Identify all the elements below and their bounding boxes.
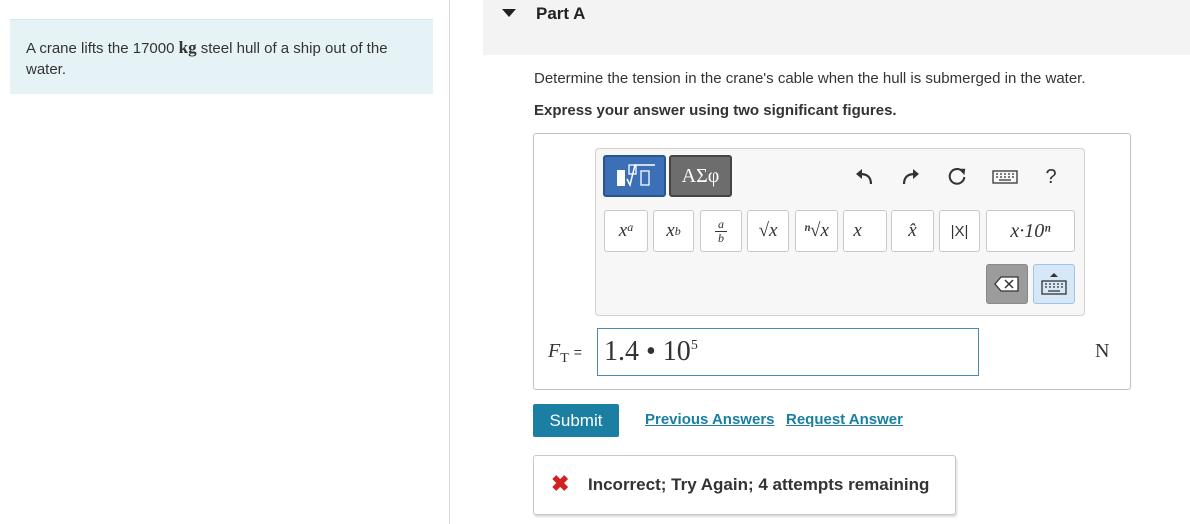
vector-key[interactable]: x⃗ xyxy=(843,210,887,252)
undo-icon[interactable] xyxy=(853,165,875,189)
symbols-button[interactable]: ΑΣφ xyxy=(669,155,732,197)
subscript-key-label: x xyxy=(666,220,675,241)
answer-variable: FT = xyxy=(548,340,582,367)
absolute-value-key[interactable]: |X| xyxy=(939,210,980,252)
submit-button[interactable]: Submit xyxy=(533,404,619,437)
answer-exponent: 5 xyxy=(690,338,698,353)
problem-unit: kg xyxy=(178,38,197,57)
nth-root-key[interactable]: ⁿ√x xyxy=(795,210,838,252)
part-header[interactable]: Part A xyxy=(483,0,1190,55)
collapse-caret-icon[interactable] xyxy=(502,9,516,17)
superscript-key[interactable]: xa xyxy=(604,210,648,252)
fraction-key-den: b xyxy=(718,230,724,245)
keyboard-shortcuts-icon[interactable] xyxy=(991,165,1019,189)
variable-subscript: T xyxy=(560,351,569,366)
equals-sign: = xyxy=(573,344,582,360)
scientific-notation-key[interactable]: x·10ⁿ xyxy=(986,210,1075,252)
keyboard-icon xyxy=(1041,273,1067,295)
fraction-key-num: a xyxy=(718,216,724,231)
answer-value: 1.4 • 10 xyxy=(604,336,691,367)
question-text: Determine the tension in the crane's cab… xyxy=(534,70,1086,87)
delete-key[interactable] xyxy=(986,264,1028,304)
answer-unit: N xyxy=(1095,340,1110,362)
subscript-key[interactable]: xb xyxy=(653,210,694,252)
answer-input[interactable]: 1.4 • 10 5 xyxy=(597,328,979,376)
instruction-text: Express your answer using two significan… xyxy=(534,102,897,119)
square-root-key[interactable]: √x xyxy=(747,210,789,252)
feedback-box: ✖ Incorrect; Try Again; 4 attempts remai… xyxy=(533,455,956,515)
superscript-key-sup: a xyxy=(627,219,634,234)
previous-answers-link[interactable]: Previous Answers xyxy=(645,411,775,428)
redo-icon[interactable] xyxy=(900,165,922,189)
templates-button[interactable] xyxy=(603,155,666,197)
keyboard-toggle-key[interactable] xyxy=(1033,264,1075,304)
subscript-key-sub: b xyxy=(674,223,681,238)
variable-symbol: F xyxy=(548,340,561,362)
problem-statement: A crane lifts the 17000 kg steel hull of… xyxy=(10,19,433,94)
reset-icon[interactable] xyxy=(946,165,968,189)
feedback-text: Incorrect; Try Again; 4 attempts remaini… xyxy=(588,475,930,494)
problem-panel: A crane lifts the 17000 kg steel hull of… xyxy=(0,0,450,524)
unit-vector-key[interactable]: x̂ xyxy=(891,210,934,252)
backspace-icon xyxy=(994,276,1019,292)
help-icon[interactable]: ? xyxy=(1040,165,1062,189)
request-answer-link[interactable]: Request Answer xyxy=(786,411,903,428)
superscript-key-label: x xyxy=(618,220,628,241)
x-icon: ✖ xyxy=(551,471,570,496)
templates-icon xyxy=(616,164,655,188)
part-title: Part A xyxy=(536,4,586,23)
problem-text-before: A crane lifts the 17000 xyxy=(26,40,179,57)
fraction-key[interactable]: a b xyxy=(700,210,742,252)
